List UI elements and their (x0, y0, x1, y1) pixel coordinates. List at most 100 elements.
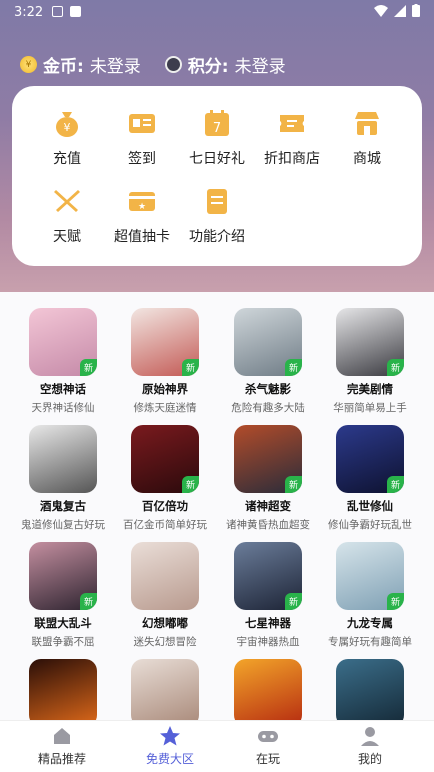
game-thumbnail: 新 (336, 308, 404, 376)
coins-display[interactable]: ¥ 金币: 未登录 (20, 52, 141, 77)
menu-store[interactable]: 商城 (327, 108, 407, 168)
user-icon (361, 727, 379, 746)
game-thumbnail: 新 (29, 542, 97, 610)
home-icon (54, 728, 70, 744)
game-tile[interactable] (13, 659, 113, 720)
game-thumbnail: 新 (336, 425, 404, 493)
game-tile[interactable]: 幻想嘟嘟迷失幻想冒险 (115, 542, 215, 649)
game-grid: 新空想神话 天界神话修仙新原始神界 修炼天庭迷情新杀气魅影 危险有趣多大陆新完美剧情华… (0, 292, 434, 720)
game-name: 联盟大乱斗 (34, 616, 92, 630)
card-star-icon: ★ (129, 192, 155, 212)
tab-label: 免费大区 (145, 752, 194, 766)
game-thumbnail: 新 (336, 542, 404, 610)
points-display[interactable]: 积分: 未登录 (164, 52, 286, 77)
battery-icon (412, 4, 420, 17)
game-tile[interactable]: 新九龙专属专属好玩有趣简单 (320, 542, 420, 649)
game-thumbnail (131, 542, 199, 610)
game-tile[interactable]: 酒鬼复古 鬼道修仙复古好玩 (13, 425, 113, 532)
new-badge: 新 (284, 359, 302, 376)
status-time: 3:22 (14, 5, 44, 20)
menu-label: 折扣商店 (264, 151, 320, 167)
game-tile[interactable] (218, 659, 318, 720)
game-tile[interactable]: 新空想神话 天界神话修仙 (13, 308, 113, 415)
new-badge: 新 (79, 593, 97, 610)
menu-label: 充值 (53, 151, 81, 167)
game-name: 七星神器 (245, 616, 291, 630)
svg-text:¥: ¥ (64, 121, 71, 134)
game-thumbnail: 新 (131, 425, 199, 493)
tab-free-zone[interactable]: 免费大区 (116, 725, 224, 767)
menu-card: ¥ 充值 签到 7 七日好礼 折扣商店 商城 天赋 ★ 超值抽卡 功能介绍 (12, 86, 422, 266)
game-description: 专属好玩有趣简单 (328, 636, 412, 648)
game-tile[interactable]: 新联盟大乱斗联盟争霸不屈 (13, 542, 113, 649)
points-icon (164, 56, 182, 73)
game-name: 完美剧情 (347, 382, 393, 396)
notification-a-icon (52, 6, 63, 17)
game-tile[interactable]: 新诸神超变 诸神黄昏热血超变 (218, 425, 318, 532)
coin-icon: ¥ (20, 56, 37, 73)
game-description: 百亿金币简单好玩 (123, 519, 207, 531)
game-tile[interactable]: 新原始神界 修炼天庭迷情 (115, 308, 215, 415)
game-name: 百亿倍功 (142, 499, 188, 513)
new-badge: 新 (79, 359, 97, 376)
game-tile[interactable] (115, 659, 215, 720)
new-badge: 新 (181, 476, 199, 493)
game-description: 联盟争霸不屈 (31, 636, 95, 648)
game-tile[interactable]: 新完美剧情华丽简单易上手 (320, 308, 420, 415)
game-thumbnail: 新 (234, 542, 302, 610)
crossed-swords-icon (54, 190, 80, 212)
game-name: 九龙专属 (347, 616, 393, 630)
game-thumbnail: 新 (131, 308, 199, 376)
balance-row: ¥ 金币: 未登录 积分: 未登录 (20, 52, 310, 77)
new-badge: 新 (284, 593, 302, 610)
game-thumbnail (29, 425, 97, 493)
star-icon (160, 726, 180, 746)
money-bag-icon: ¥ (56, 112, 78, 137)
menu-label: 超值抽卡 (114, 229, 170, 245)
menu-recharge[interactable]: ¥ 充值 (27, 108, 107, 168)
menu-seven-day[interactable]: 7 七日好礼 (177, 108, 257, 168)
game-tile[interactable]: 新乱世修仙 修仙争霸好玩乱世 (320, 425, 420, 532)
calendar-7-icon: 7 (205, 110, 229, 136)
game-name: 幻想嘟嘟 (142, 616, 188, 630)
menu-discount-store[interactable]: 折扣商店 (252, 108, 332, 168)
menu-features[interactable]: 功能介绍 (177, 186, 257, 246)
game-description: 诸神黄昏热血超变 (226, 519, 310, 531)
svg-text:7: 7 (213, 121, 221, 136)
game-thumbnail: 新 (29, 308, 97, 376)
coupon-icon (280, 115, 304, 132)
points-label: 积分: (187, 57, 229, 77)
new-badge: 新 (386, 359, 404, 376)
svg-text:★: ★ (138, 202, 146, 212)
new-badge: 新 (284, 476, 302, 493)
game-tile[interactable]: 新百亿倍功百亿金币简单好玩 (115, 425, 215, 532)
tab-playing[interactable]: 在玩 (214, 725, 322, 767)
points-value: 未登录 (234, 57, 286, 77)
gamepad-icon (258, 731, 278, 742)
status-bar: 3:22 (0, 0, 434, 26)
menu-label: 功能介绍 (189, 229, 245, 245)
menu-checkin[interactable]: 签到 (102, 108, 182, 168)
game-thumbnail (29, 659, 97, 720)
new-badge: 新 (386, 593, 404, 610)
game-thumbnail (131, 659, 199, 720)
menu-card-draw[interactable]: ★ 超值抽卡 (102, 186, 182, 246)
game-description: 天界神话修仙 (31, 402, 95, 414)
tab-mine[interactable]: 我的 (316, 725, 424, 767)
menu-label: 天赋 (53, 229, 81, 245)
game-description: 修仙争霸好玩乱世 (328, 519, 412, 531)
game-description: 迷失幻想冒险 (133, 636, 197, 648)
tab-label: 在玩 (255, 752, 280, 766)
wifi-icon (374, 4, 388, 17)
bottom-tab-bar: 精品推荐 免费大区 在玩 我的 (0, 720, 434, 772)
game-name: 原始神界 (142, 382, 188, 396)
game-tile[interactable]: 新七星神器 宇宙神器热血 (218, 542, 318, 649)
game-thumbnail: 新 (234, 425, 302, 493)
notification-square-icon (70, 6, 81, 17)
game-tile[interactable]: 新杀气魅影 危险有趣多大陆 (218, 308, 318, 415)
game-description: 华丽简单易上手 (333, 402, 407, 414)
menu-talent[interactable]: 天赋 (27, 186, 107, 246)
game-name: 酒鬼复古 (40, 499, 86, 513)
tab-recommended[interactable]: 精品推荐 (8, 725, 116, 767)
game-tile[interactable] (320, 659, 420, 720)
